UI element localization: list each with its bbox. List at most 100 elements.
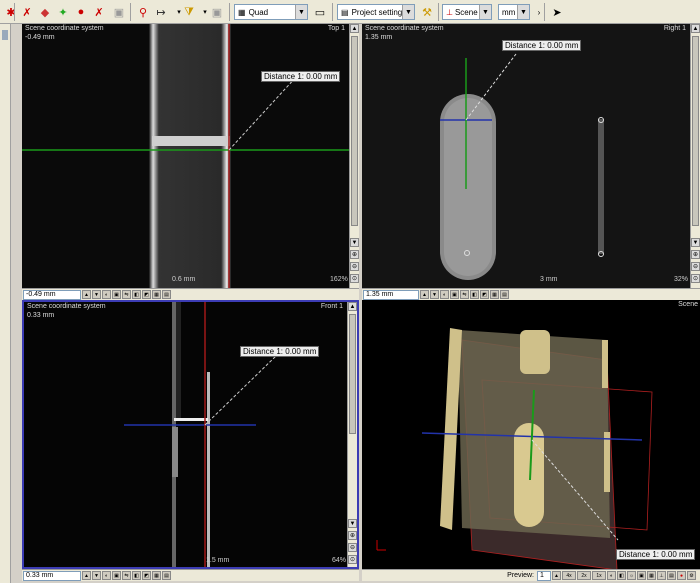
front-slice-combo[interactable]: 0.33 mm (23, 570, 81, 581)
plane-icon[interactable]: ◩ (142, 571, 151, 580)
scroll-thumb[interactable] (349, 314, 356, 434)
front-view-coord-label: Scene coordinate system (27, 303, 106, 310)
mirror-icon[interactable]: ⇋ (122, 571, 131, 580)
mirror-icon[interactable]: ⇋ (122, 290, 131, 299)
front-view-scrollbar[interactable]: ▲ ▼ ⊕ ⊖ ⊙ (347, 302, 357, 567)
zoom-in-icon[interactable]: ⊕ (348, 531, 357, 540)
panel-tab[interactable] (2, 30, 8, 40)
cursor-tool-icon[interactable]: ➤ (548, 3, 566, 21)
settings-icon: ▤ (341, 7, 349, 17)
tool-4-icon[interactable]: ● (72, 3, 90, 21)
wrench-icon[interactable]: ⚒ (418, 3, 436, 21)
scale-bar-label: 0.6 mm (172, 276, 196, 283)
settings-icon[interactable]: ⚙ (687, 571, 696, 580)
preview-2x-button[interactable]: 2x (577, 571, 591, 580)
chevron-right-icon[interactable]: › (530, 3, 548, 21)
scene-view[interactable]: Scene Distance 1: 0.00 mm (362, 300, 700, 569)
scroll-thumb[interactable] (351, 36, 358, 226)
zoom-out-icon[interactable]: ⊖ (348, 543, 357, 552)
step-up-icon[interactable]: ▲ (82, 290, 91, 299)
step-up-icon[interactable]: ▲ (420, 290, 429, 299)
view-tool-icon[interactable]: ▣ (450, 290, 459, 299)
clip-icon[interactable]: ◧ (617, 571, 626, 580)
grid-icon[interactable]: ▦ (152, 290, 161, 299)
axis-icon[interactable]: ⊥ (657, 571, 666, 580)
light-icon[interactable]: ☼ (627, 571, 636, 580)
quad-layout-icon: ▦ (238, 7, 246, 17)
grid-icon[interactable]: ▦ (647, 571, 656, 580)
right-view-coord-label: Scene coordinate system (365, 25, 444, 32)
color-icon[interactable]: ◐ (102, 571, 111, 580)
right-view[interactable]: Scene coordinate system 1.35 mm Right 1 … (362, 24, 700, 288)
color-icon[interactable]: ◐ (440, 290, 449, 299)
top-slice-combo[interactable]: -0.49 mm (23, 289, 81, 300)
window-icon[interactable]: ▭ (311, 3, 329, 21)
right-slice-combo[interactable]: 1.35 mm (363, 289, 419, 300)
scroll-down-icon[interactable]: ▼ (350, 238, 359, 247)
top-view-scrollbar[interactable]: ▲ ▼ ⊕ ⊖ ⊙ (349, 24, 359, 288)
toolbar-separator (229, 3, 230, 21)
step-down-icon[interactable]: ▼ (430, 290, 439, 299)
grid-icon[interactable]: ▦ (152, 571, 161, 580)
front-view[interactable]: Scene coordinate system 0.33 mm Front 1 … (22, 300, 359, 569)
project-settings-combo[interactable]: ▤ Project settings ▼ (337, 4, 415, 20)
render-icon[interactable]: ◐ (607, 571, 616, 580)
scene-combo[interactable]: ⊥ Scene ▼ (442, 4, 492, 20)
front-view-name: Front 1 (320, 303, 343, 310)
probe-tool-icon[interactable]: ⚲ (134, 3, 152, 21)
scale-bar-label: 3 mm (540, 276, 558, 283)
zoom-in-icon[interactable]: ⊕ (350, 250, 359, 259)
preview-4x-button[interactable]: 4x (562, 571, 576, 580)
view-tool-icon[interactable]: ▣ (112, 290, 121, 299)
scroll-up-icon[interactable]: ▲ (348, 302, 357, 311)
layout-icon[interactable]: ▤ (667, 571, 676, 580)
plane-icon[interactable]: ◩ (142, 290, 151, 299)
layout-icon[interactable]: ▤ (500, 290, 509, 299)
layout-icon[interactable]: ▤ (162, 290, 171, 299)
scroll-thumb[interactable] (692, 36, 699, 226)
toolbar-separator (14, 3, 15, 21)
preview-label: Preview: (507, 572, 534, 579)
step-up-icon[interactable]: ▲ (82, 571, 91, 580)
step-down-icon[interactable]: ▼ (92, 571, 101, 580)
right-view-scrollbar[interactable]: ▲ ▼ ⊕ ⊖ ⊙ (690, 24, 700, 288)
layout-combo[interactable]: ▦ Quad ▼ (234, 4, 308, 20)
disabled-tool-2-icon[interactable]: ▣ (208, 3, 226, 21)
left-panel-strip (0, 24, 11, 583)
zoom-fit-icon[interactable]: ⊙ (350, 274, 359, 283)
window-level-icon[interactable]: ◧ (132, 571, 141, 580)
distance-tool-icon[interactable]: ↦ (152, 3, 170, 21)
scroll-down-icon[interactable]: ▼ (691, 238, 700, 247)
color-icon[interactable]: ◐ (102, 290, 111, 299)
tool-1-icon[interactable]: ✗ (18, 3, 36, 21)
scroll-up-icon[interactable]: ▲ (350, 24, 359, 33)
window-level-icon[interactable]: ◧ (470, 290, 479, 299)
tool-5-icon[interactable]: ✗ (90, 3, 108, 21)
zoom-fit-icon[interactable]: ⊙ (691, 274, 700, 283)
zoom-fit-icon[interactable]: ⊙ (348, 555, 357, 564)
zoom-out-icon[interactable]: ⊖ (691, 262, 700, 271)
plane-icon[interactable]: ◩ (480, 290, 489, 299)
scroll-up-icon[interactable]: ▲ (691, 24, 700, 33)
step-down-icon[interactable]: ▼ (92, 290, 101, 299)
zoom-out-icon[interactable]: ⊖ (350, 262, 359, 271)
stop-icon[interactable]: ● (677, 571, 686, 580)
preview-1x-button[interactable]: 1x (592, 571, 606, 580)
unit-combo[interactable]: mm ▼ (498, 4, 530, 20)
mirror-icon[interactable]: ⇋ (460, 290, 469, 299)
tool-2-icon[interactable]: ◆ (36, 3, 54, 21)
view-tool-icon[interactable]: ▣ (112, 571, 121, 580)
camera-icon[interactable]: ▣ (637, 571, 646, 580)
preview-combo[interactable]: 1 (537, 570, 551, 581)
grid-icon[interactable]: ▦ (490, 290, 499, 299)
axis-icon: ⊥ (446, 7, 453, 17)
scroll-down-icon[interactable]: ▼ (348, 519, 357, 528)
zoom-in-icon[interactable]: ⊕ (691, 250, 700, 259)
chevron-down-icon: ▼ (295, 5, 307, 19)
preview-step-icon[interactable]: ▲ (552, 571, 561, 580)
disabled-tool-icon[interactable]: ▣ (110, 3, 128, 21)
top-view[interactable]: Scene coordinate system -0.49 mm Top 1 D… (22, 24, 359, 288)
tool-3-icon[interactable]: ✦ (54, 3, 72, 21)
layout-icon[interactable]: ▤ (162, 571, 171, 580)
window-level-icon[interactable]: ◧ (132, 290, 141, 299)
